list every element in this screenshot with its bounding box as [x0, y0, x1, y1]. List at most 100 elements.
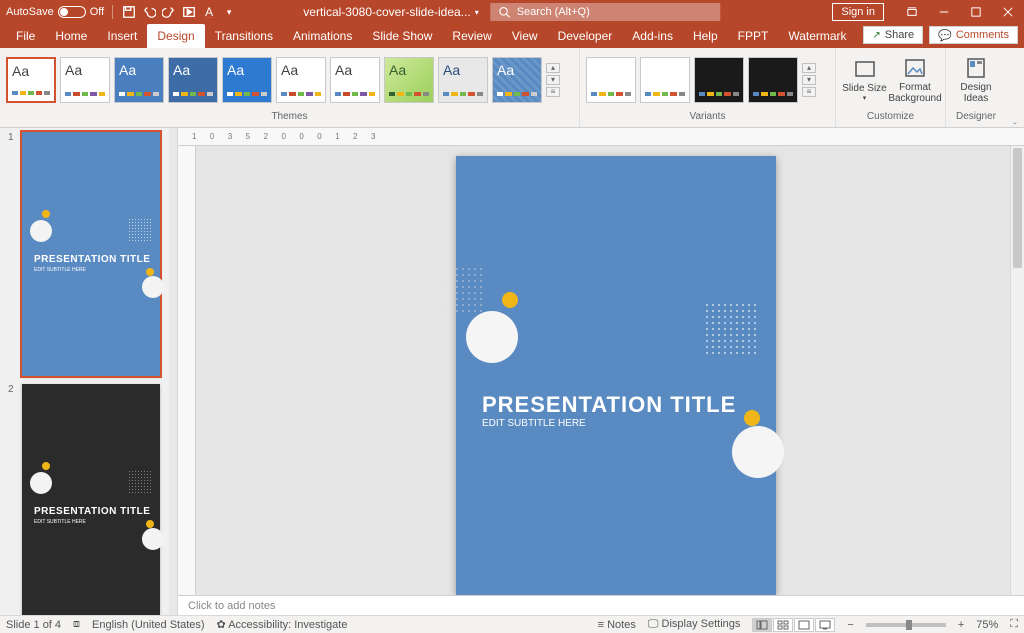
autosave-toggle[interactable]: AutoSave Off: [6, 6, 104, 18]
design-ideas-button[interactable]: Design Ideas: [952, 56, 1000, 104]
collapse-ribbon-button[interactable]: ˬ: [1006, 48, 1024, 127]
format-background-button[interactable]: Format Background: [891, 56, 939, 104]
themes-group-label: Themes: [0, 111, 579, 127]
theme-option[interactable]: Aa: [60, 57, 110, 103]
menu-tabs: File Home Insert Design Transitions Anim…: [0, 24, 1024, 48]
slide-thumbnail[interactable]: PRESENTATION TITLE EDIT SUBTITLE HERE: [22, 132, 160, 376]
decorative-dots: [436, 266, 486, 316]
from-beginning-icon[interactable]: [181, 4, 197, 20]
vertical-ruler[interactable]: [178, 146, 196, 595]
slide-thumbnail-panel[interactable]: 1 PRESENTATION TITLE EDIT SUBTITLE HERE …: [0, 128, 178, 615]
customize-group-label: Customize: [836, 111, 945, 127]
zoom-in-button[interactable]: +: [958, 619, 964, 631]
slide-title[interactable]: PRESENTATION TITLE: [482, 392, 736, 418]
variants-group-label: Variants: [580, 111, 835, 127]
zoom-out-button[interactable]: −: [847, 619, 853, 631]
reading-view-button[interactable]: [794, 618, 814, 632]
sorter-view-button[interactable]: [773, 618, 793, 632]
search-input[interactable]: Search (Alt+Q): [491, 3, 721, 21]
horizontal-ruler[interactable]: 1 0 3 5 2 0 0 0 1 2 3: [178, 128, 1024, 146]
tab-review[interactable]: Review: [442, 24, 501, 48]
display-settings[interactable]: 🖵 Display Settings: [648, 618, 741, 631]
theme-option[interactable]: Aa: [276, 57, 326, 103]
tab-slideshow[interactable]: Slide Show: [362, 24, 442, 48]
save-icon[interactable]: [121, 4, 137, 20]
ribbon-options-button[interactable]: [896, 0, 928, 24]
autosave-label: AutoSave: [6, 6, 54, 18]
title-bar: AutoSave Off A ▾ vertical-3080-cover-sli…: [0, 0, 1024, 24]
thumb-subtitle: EDIT SUBTITLE HERE: [34, 267, 86, 273]
maximize-button[interactable]: [960, 0, 992, 24]
slide-thumbnail[interactable]: PRESENTATION TITLE EDIT SUBTITLE HERE: [22, 384, 160, 615]
normal-view-button[interactable]: [752, 618, 772, 632]
tab-addins[interactable]: Add-ins: [622, 24, 683, 48]
comments-button[interactable]: 💬Comments: [929, 26, 1018, 44]
tab-design[interactable]: Design: [147, 24, 204, 48]
tab-help[interactable]: Help: [683, 24, 728, 48]
slide-edit-area: 1 0 3 5 2 0 0 0 1 2 3 PRESENTATION TITLE…: [178, 128, 1024, 615]
search-placeholder: Search (Alt+Q): [517, 6, 590, 18]
thumb-number: 1: [8, 132, 18, 376]
variants-more-button[interactable]: ▴▾≡: [802, 63, 816, 97]
spell-check-icon[interactable]: ⧈: [73, 618, 80, 631]
theme-option[interactable]: Aa: [492, 57, 542, 103]
canvas-scrollbar[interactable]: [1010, 146, 1024, 595]
tab-animations[interactable]: Animations: [283, 24, 362, 48]
ribbon-design: Aa Aa Aa Aa Aa Aa Aa Aa Aa Aa ▴▾≡ Themes…: [0, 48, 1024, 128]
thumb-title: PRESENTATION TITLE: [34, 254, 150, 265]
theme-option[interactable]: Aa: [114, 57, 164, 103]
autosave-state: Off: [90, 6, 104, 18]
theme-option[interactable]: Aa: [222, 57, 272, 103]
comment-icon: 💬: [938, 29, 952, 42]
theme-option[interactable]: Aa: [384, 57, 434, 103]
theme-option[interactable]: Aa: [330, 57, 380, 103]
title-dropdown-icon: ▾: [475, 8, 479, 17]
variant-option[interactable]: [748, 57, 798, 103]
notes-placeholder: Click to add notes: [188, 600, 275, 612]
theme-option[interactable]: Aa: [168, 57, 218, 103]
slideshow-view-button[interactable]: [815, 618, 835, 632]
slide-counter[interactable]: Slide 1 of 4: [6, 619, 61, 631]
close-button[interactable]: [992, 0, 1024, 24]
sign-in-button[interactable]: Sign in: [832, 3, 884, 21]
tab-file[interactable]: File: [6, 24, 45, 48]
font-color-icon[interactable]: A: [201, 4, 217, 20]
themes-more-button[interactable]: ▴▾≡: [546, 63, 560, 97]
zoom-slider[interactable]: [866, 623, 946, 627]
tab-developer[interactable]: Developer: [548, 24, 623, 48]
qat-more-icon[interactable]: ▾: [221, 4, 237, 20]
tab-fppt[interactable]: FPPT: [728, 24, 779, 48]
notes-toggle[interactable]: ≡ Notes: [598, 619, 636, 631]
designer-group-label: Designer: [946, 111, 1006, 127]
variant-option[interactable]: [586, 57, 636, 103]
language-indicator[interactable]: English (United States): [92, 619, 205, 631]
tab-home[interactable]: Home: [45, 24, 97, 48]
slide-canvas[interactable]: PRESENTATION TITLE EDIT SUBTITLE HERE: [196, 146, 1024, 595]
thumbnail-scrollbar[interactable]: [169, 128, 177, 615]
variant-option[interactable]: [694, 57, 744, 103]
status-bar: Slide 1 of 4 ⧈ English (United States) ✿…: [0, 615, 1024, 633]
slide-subtitle[interactable]: EDIT SUBTITLE HERE: [482, 418, 586, 429]
thumb-subtitle: EDIT SUBTITLE HERE: [34, 519, 86, 525]
notes-pane[interactable]: Click to add notes: [178, 595, 1024, 615]
share-button[interactable]: ↗Share: [863, 26, 923, 44]
slide[interactable]: PRESENTATION TITLE EDIT SUBTITLE HERE: [456, 156, 776, 595]
theme-option[interactable]: Aa: [438, 57, 488, 103]
document-title[interactable]: vertical-3080-cover-slide-idea... ▾: [303, 5, 478, 19]
workspace: 1 PRESENTATION TITLE EDIT SUBTITLE HERE …: [0, 128, 1024, 615]
theme-option[interactable]: Aa: [6, 57, 56, 103]
minimize-button[interactable]: [928, 0, 960, 24]
design-ideas-icon: [964, 56, 988, 80]
tab-view[interactable]: View: [502, 24, 548, 48]
slide-size-button[interactable]: Slide Size▾: [842, 57, 887, 102]
redo-icon[interactable]: [161, 4, 177, 20]
undo-icon[interactable]: [141, 4, 157, 20]
fit-to-window-button[interactable]: ⛶: [1010, 618, 1018, 631]
view-buttons: [752, 618, 835, 632]
variant-option[interactable]: [640, 57, 690, 103]
tab-transitions[interactable]: Transitions: [205, 24, 283, 48]
tab-watermark[interactable]: Watermark: [778, 24, 856, 48]
zoom-percent[interactable]: 75%: [976, 619, 998, 631]
tab-insert[interactable]: Insert: [97, 24, 147, 48]
accessibility-indicator[interactable]: ✿ Accessibility: Investigate: [217, 618, 348, 631]
